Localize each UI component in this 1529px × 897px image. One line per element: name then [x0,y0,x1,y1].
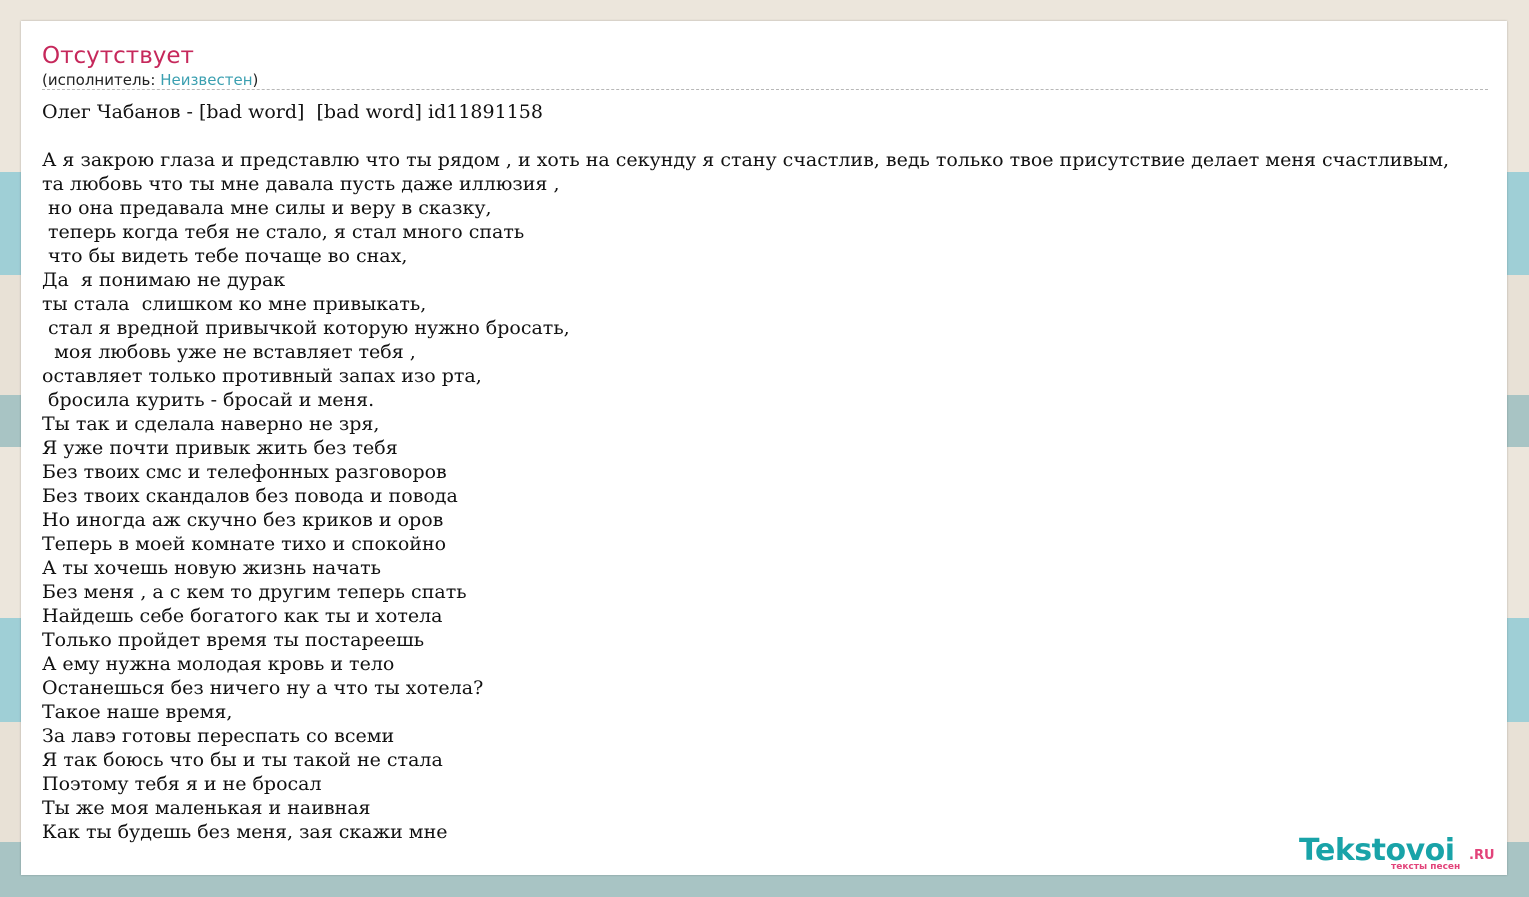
lyric-line: А я закрою глаза и представлю что ты ряд… [42,149,1450,171]
lyric-line: Такое наше время, [42,701,233,723]
lyric-line: Без твоих смс и телефонных разговоров [42,461,447,483]
artist-link[interactable]: Неизвестен [160,71,252,89]
lyric-line: что бы видеть тебе почаще во снах, [42,245,408,267]
lyric-line: Без меня , а с кем то другим теперь спат… [42,581,467,603]
lyrics-heading: Олег Чабанов - [bad word] [bad word] id1… [42,101,543,123]
lyric-line: моя любовь уже не вставляет тебя , [42,341,416,363]
lyric-line: стал я вредной привычкой которую нужно б… [42,317,570,339]
artist-suffix: ) [252,71,259,89]
lyric-line: Я так боюсь что бы и ты такой не стала [42,749,443,771]
lyric-line: Только пройдет время ты постареешь [42,629,425,651]
lyric-line: Останешься без ничего ну а что ты хотела… [42,677,484,699]
lyric-line: ты стала слишком ко мне привыкать, [42,293,427,315]
logo-tagline: тексты песен [1391,862,1461,872]
lyric-line: Ты же моя маленькая и наивная [42,797,371,819]
lyric-line: теперь когда тебя не стало, я стал много… [42,221,525,243]
lyric-line: Теперь в моей комнате тихо и спокойно [42,533,447,555]
lyric-line: оставляет только противный запах изо рта… [42,365,482,387]
lyric-line: но она предавала мне силы и веру в сказк… [42,197,492,219]
artist-prefix: (исполнитель: [42,71,161,89]
lyrics-card: Отсутствует (исполнитель: Неизвестен) Ол… [21,21,1507,875]
lyric-line: Без твоих скандалов без повода и повода [42,485,458,507]
lyric-line: Да я понимаю не дурак [42,269,286,291]
lyrics-body: А я закрою глаза и представлю что ты ряд… [42,148,1502,844]
lyric-line: А ему нужна молодая кровь и тело [42,653,395,675]
lyric-line: А ты хочешь новую жизнь начать [42,557,381,579]
lyric-line: Но иногда аж скучно без криков и оров [42,509,444,531]
lyric-line: Поэтому тебя я и не бросал [42,773,322,795]
lyric-line: Ты так и сделала наверно не зря, [42,413,380,435]
site-logo[interactable]: Tekstovoi .RU тексты песен [1299,834,1499,874]
logo-domain: .RU [1469,848,1495,863]
lyric-line: Как ты будешь без меня, зая скажи мне [42,821,448,843]
song-title: Отсутствует [42,43,194,69]
dashed-divider [42,89,1488,90]
lyric-line: Найдешь себе богатого как ты и хотела [42,605,443,627]
artist-line: (исполнитель: Неизвестен) [42,71,258,89]
lyric-line: та любовь что ты мне давала пусть даже и… [42,173,560,195]
lyric-line: Я уже почти привык жить без тебя [42,437,398,459]
lyric-line: бросила курить - бросай и меня. [42,389,375,411]
lyric-line: За лавэ готовы переспать со всеми [42,725,395,747]
